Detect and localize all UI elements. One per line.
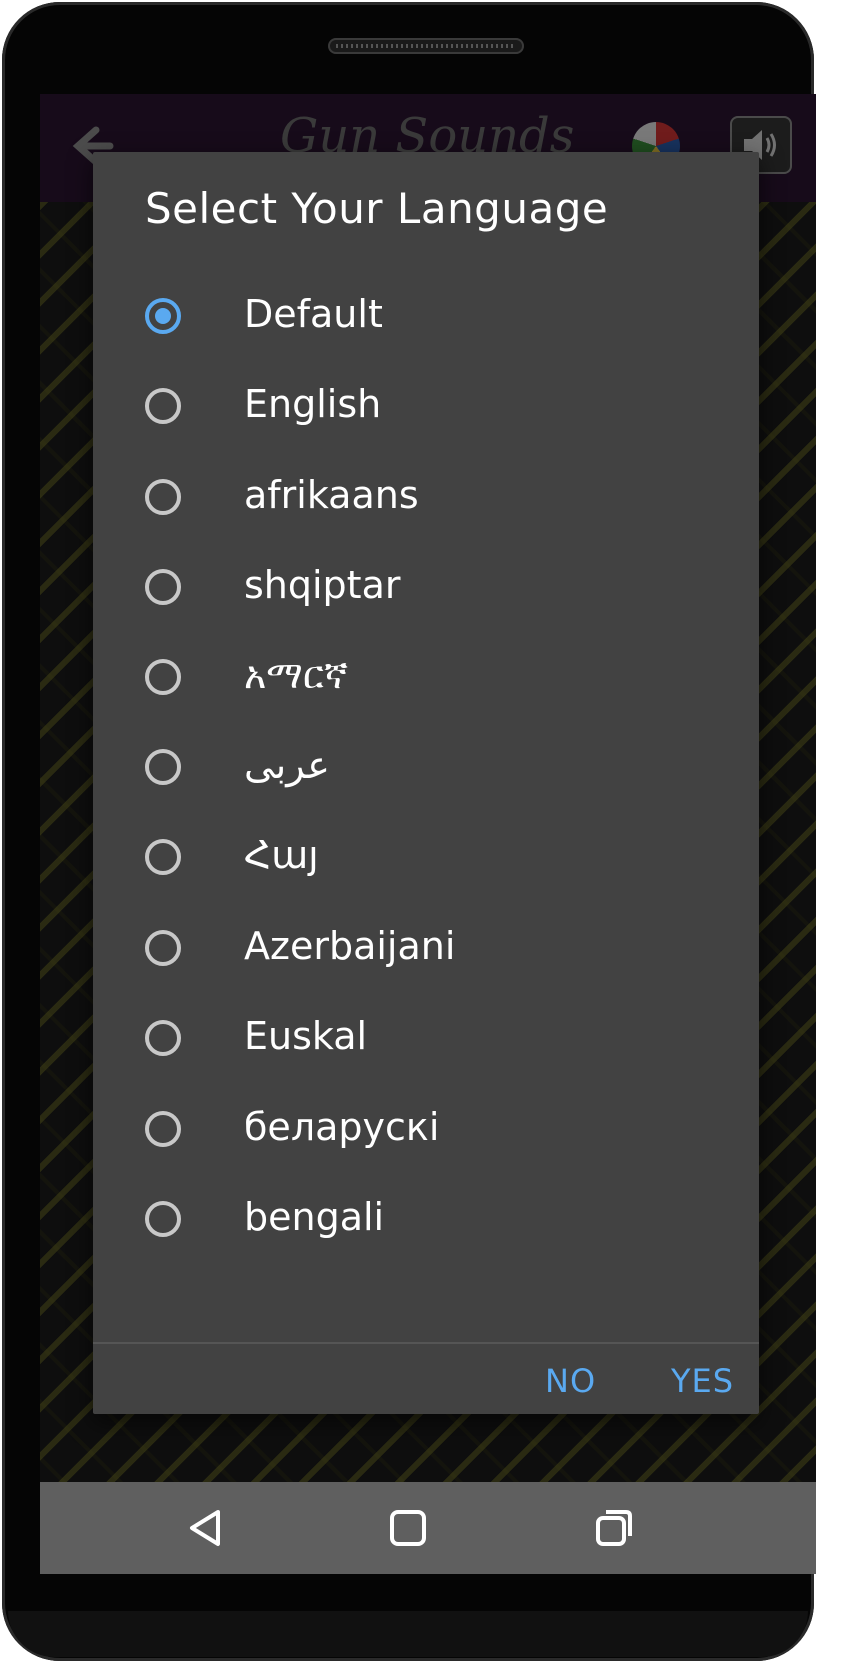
radio-unchecked-icon[interactable] [145, 569, 181, 605]
recents-icon[interactable] [590, 1504, 638, 1552]
language-option-belarusian[interactable]: беларускі [93, 1083, 759, 1179]
language-option-armenian[interactable]: Հայ [93, 811, 759, 907]
no-button[interactable]: NO [545, 1362, 596, 1400]
option-label: Azerbaijani [244, 924, 456, 968]
home-square-icon[interactable] [384, 1504, 432, 1552]
radio-unchecked-icon[interactable] [145, 749, 181, 785]
language-option-amharic[interactable]: አማርኛ [93, 631, 759, 727]
option-label: Default [244, 292, 383, 336]
dialog-title: Select Your Language [145, 184, 609, 233]
option-label: shqiptar [244, 563, 401, 607]
back-triangle-icon[interactable] [182, 1504, 230, 1552]
dialog-divider [93, 1342, 759, 1344]
radio-unchecked-icon[interactable] [145, 1201, 181, 1237]
radio-unchecked-icon[interactable] [145, 930, 181, 966]
option-label: Հայ [244, 833, 319, 877]
language-option-bengali[interactable]: bengali [93, 1173, 759, 1269]
yes-button[interactable]: YES [671, 1362, 734, 1400]
speaker-grille [328, 38, 524, 54]
language-dialog: Select Your Language Default English afr… [93, 152, 759, 1414]
radio-checked-icon[interactable] [145, 298, 181, 334]
language-option-afrikaans[interactable]: afrikaans [93, 451, 759, 547]
language-option-azerbaijani[interactable]: Azerbaijani [93, 902, 759, 998]
radio-unchecked-icon[interactable] [145, 839, 181, 875]
language-option-arabic[interactable]: عربى [93, 721, 759, 817]
screen: Gun Sounds Select Your Language Default [40, 94, 816, 1574]
phone-frame: Gun Sounds Select Your Language Default [2, 2, 816, 1661]
option-label: afrikaans [244, 473, 419, 517]
radio-unchecked-icon[interactable] [145, 659, 181, 695]
radio-unchecked-icon[interactable] [145, 479, 181, 515]
option-label: bengali [244, 1195, 385, 1239]
language-option-euskal[interactable]: Euskal [93, 992, 759, 1088]
option-label: English [244, 382, 382, 426]
system-nav-bar [40, 1482, 816, 1574]
phone-bottom-bezel [8, 1611, 808, 1657]
radio-unchecked-icon[interactable] [145, 388, 181, 424]
language-options-list[interactable]: Default English afrikaans shqiptar አማርኛ [93, 270, 759, 1342]
option-label: Euskal [244, 1014, 368, 1058]
language-option-english[interactable]: English [93, 360, 759, 456]
option-label: беларускі [244, 1105, 440, 1149]
option-label: عربى [244, 743, 330, 787]
language-option-shqiptar[interactable]: shqiptar [93, 541, 759, 637]
option-label: አማርኛ [244, 653, 349, 697]
language-option-default[interactable]: Default [93, 270, 759, 366]
radio-unchecked-icon[interactable] [145, 1111, 181, 1147]
radio-unchecked-icon[interactable] [145, 1020, 181, 1056]
